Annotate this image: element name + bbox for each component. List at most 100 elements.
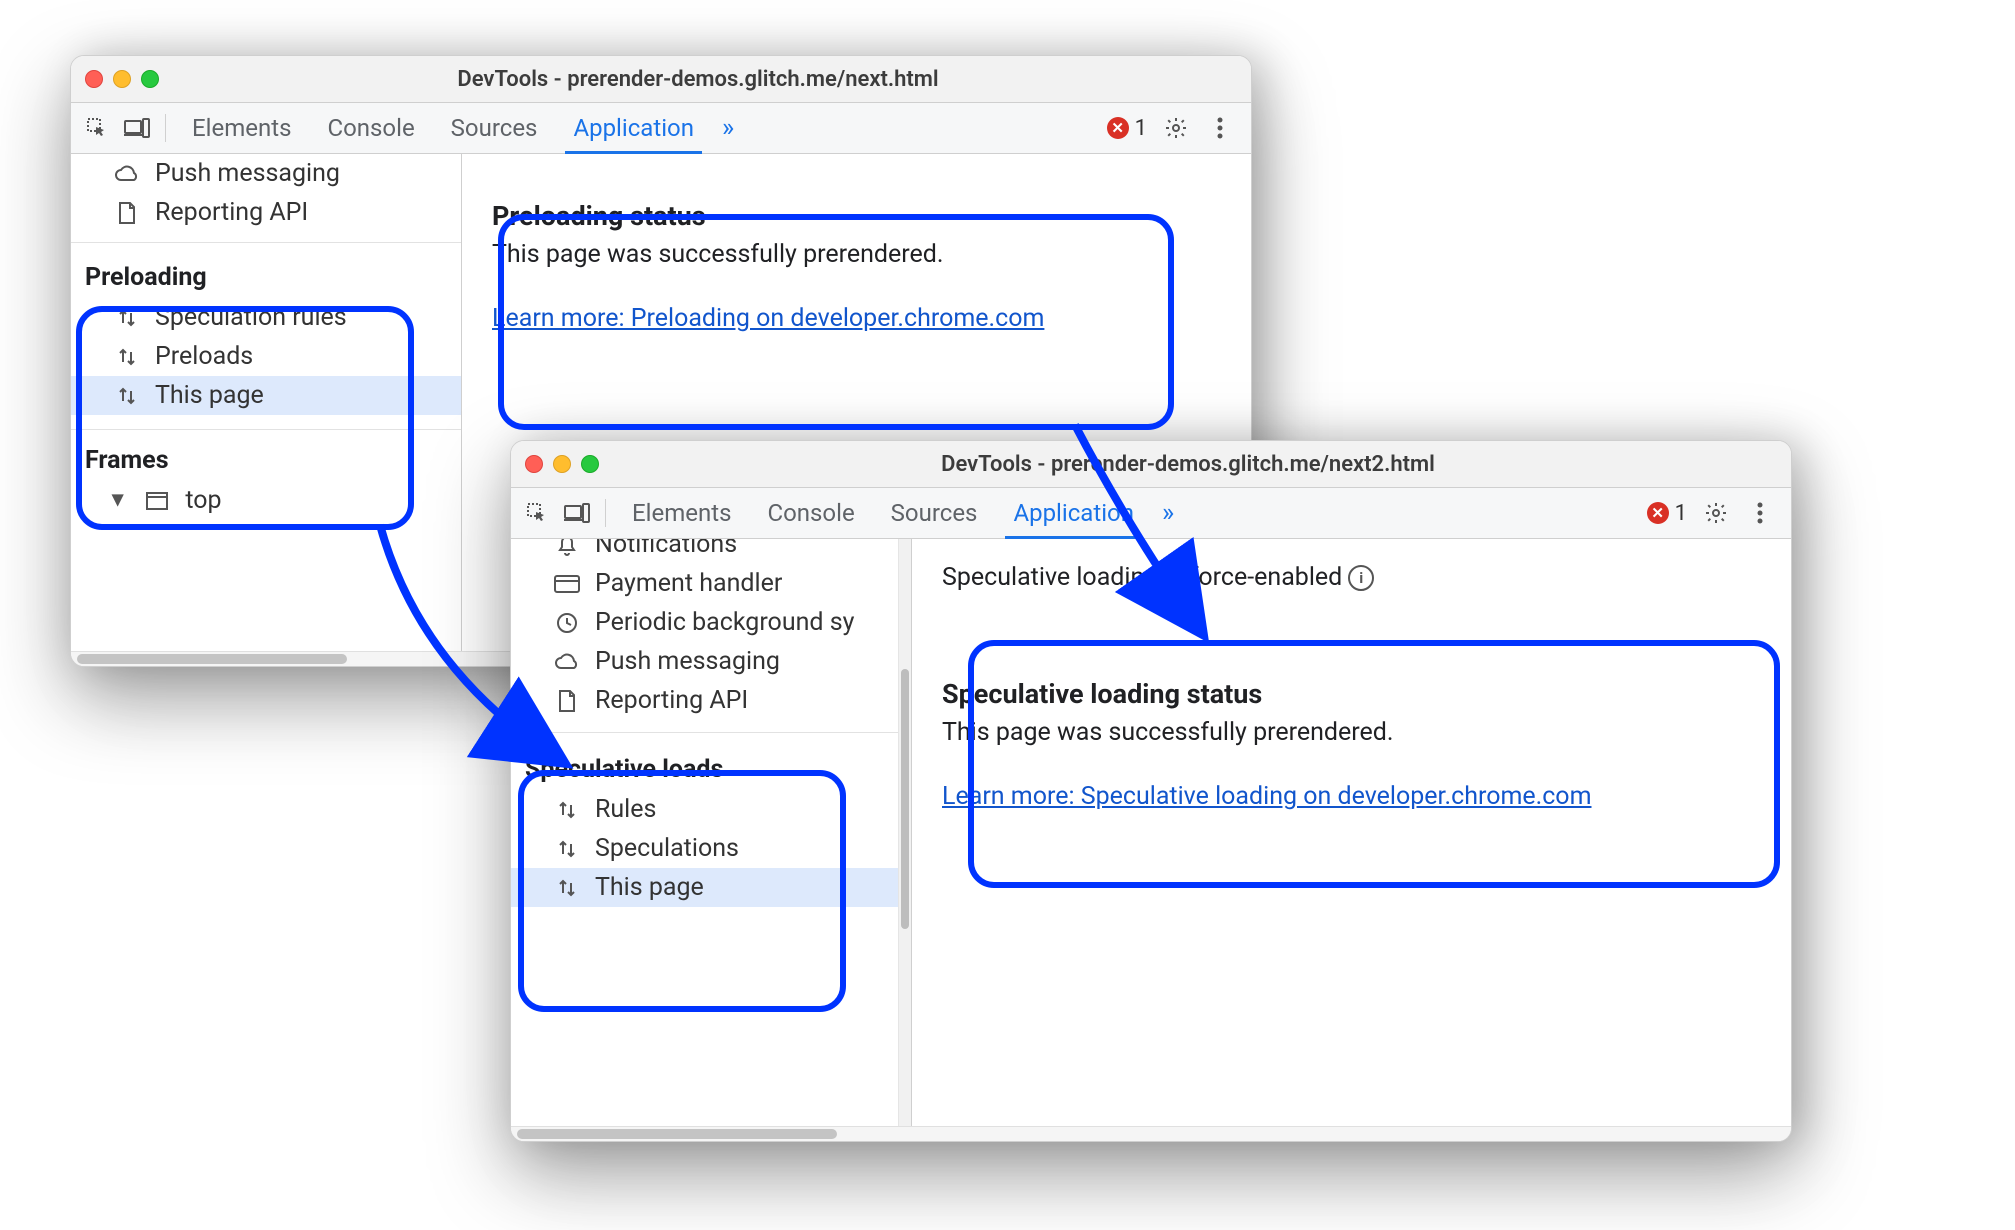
window-title: DevTools - prerender-demos.glitch.me/nex… <box>159 67 1237 92</box>
sidebar-item-label: This page <box>595 873 704 902</box>
sidebar-item-frame-top[interactable]: ▶ top <box>71 481 461 520</box>
separator <box>165 114 166 142</box>
updown-icon <box>553 874 581 902</box>
tab-application[interactable]: Application <box>555 103 712 153</box>
minimize-icon[interactable] <box>553 455 571 473</box>
horizontal-scrollbar[interactable] <box>511 1126 1791 1141</box>
info-icon[interactable]: i <box>1348 565 1374 591</box>
sidebar-item-this-page[interactable]: This page <box>71 376 461 415</box>
vertical-scrollbar[interactable] <box>898 539 911 1129</box>
sidebar-item-label: Periodic background sy <box>595 608 854 637</box>
gear-icon[interactable] <box>1701 498 1731 528</box>
content-pane: Speculative loading is force-enabled i S… <box>912 539 1791 1129</box>
learn-more-link[interactable]: Learn more: Speculative loading on devel… <box>942 782 1592 811</box>
clock-icon <box>553 609 581 637</box>
sidebar-item-label: Notifications <box>595 539 737 559</box>
sidebar: Notifications Payment handler Periodic b… <box>511 539 912 1129</box>
close-icon[interactable] <box>525 455 543 473</box>
cloud-icon <box>113 160 141 188</box>
tab-sources[interactable]: Sources <box>873 488 996 538</box>
cloud-icon <box>553 648 581 676</box>
error-icon: ✕ <box>1647 502 1669 524</box>
error-count: 1 <box>1135 116 1147 141</box>
window-title: DevTools - prerender-demos.glitch.me/nex… <box>599 452 1777 477</box>
sidebar-section-preloading[interactable]: Preloading <box>71 253 461 298</box>
sidebar-item-payment-handler[interactable]: Payment handler <box>511 564 911 603</box>
status-body: This page was successfully prerendered. <box>942 718 1761 747</box>
sidebar-item-push-messaging[interactable]: Push messaging <box>511 642 911 681</box>
sidebar-item-speculation-rules[interactable]: Speculation rules <box>71 298 461 337</box>
sidebar-item-rules[interactable]: Rules <box>511 790 911 829</box>
separator <box>605 499 606 527</box>
traffic-lights <box>525 455 599 473</box>
kebab-icon[interactable] <box>1205 113 1235 143</box>
updown-icon <box>553 835 581 863</box>
kebab-icon[interactable] <box>1745 498 1775 528</box>
more-tabs-button[interactable]: » <box>1152 498 1184 528</box>
chevron-right-icon: ▶ <box>110 494 129 506</box>
sidebar-item-periodic-bg-sync[interactable]: Periodic background sy <box>511 603 911 642</box>
sidebar-item-label: Speculation rules <box>155 303 347 332</box>
inspect-icon[interactable] <box>517 493 557 533</box>
error-count: 1 <box>1675 501 1687 526</box>
window-icon <box>143 487 171 515</box>
device-toggle-icon[interactable] <box>557 493 597 533</box>
sidebar-item-preloads[interactable]: Preloads <box>71 337 461 376</box>
status-body: This page was successfully prerendered. <box>492 240 1221 269</box>
zoom-icon[interactable] <box>581 455 599 473</box>
error-badge[interactable]: ✕ 1 <box>1647 501 1687 526</box>
sidebar-item-reporting-api[interactable]: Reporting API <box>71 193 461 232</box>
tab-elements[interactable]: Elements <box>614 488 749 538</box>
updown-icon <box>553 796 581 824</box>
sidebar-item-label: Push messaging <box>155 159 340 188</box>
document-icon <box>553 687 581 715</box>
minimize-icon[interactable] <box>113 70 131 88</box>
sidebar-item-label: This page <box>155 381 264 410</box>
sidebar-section-speculative-loads[interactable]: Speculative loads <box>511 745 911 790</box>
devtools-window-b: DevTools - prerender-demos.glitch.me/nex… <box>510 440 1792 1142</box>
more-tabs-button[interactable]: » <box>712 113 744 143</box>
bell-icon <box>553 539 581 559</box>
document-icon <box>113 199 141 227</box>
updown-icon <box>113 343 141 371</box>
updown-icon <box>113 304 141 332</box>
status-title: Preloading status <box>492 200 1221 232</box>
sidebar-item-push-messaging[interactable]: Push messaging <box>71 154 461 193</box>
sidebar-item-label: Push messaging <box>595 647 780 676</box>
status-title: Speculative loading status <box>942 678 1761 710</box>
sidebar-item-this-page[interactable]: This page <box>511 868 911 907</box>
sidebar-item-reporting-api[interactable]: Reporting API <box>511 681 911 720</box>
sidebar: Push messaging Reporting API Preloading … <box>71 154 462 654</box>
sidebar-item-label: Preloads <box>155 342 253 371</box>
tab-console[interactable]: Console <box>309 103 432 153</box>
card-icon <box>553 570 581 598</box>
toolbar: Elements Console Sources Application » ✕… <box>71 103 1251 154</box>
titlebar[interactable]: DevTools - prerender-demos.glitch.me/nex… <box>71 56 1251 103</box>
sidebar-item-label: Reporting API <box>595 686 748 715</box>
toolbar: Elements Console Sources Application » ✕… <box>511 488 1791 539</box>
sidebar-item-label: top <box>185 486 221 515</box>
sidebar-item-label: Speculations <box>595 834 739 863</box>
sidebar-item-label: Reporting API <box>155 198 308 227</box>
sidebar-section-frames[interactable]: Frames <box>71 436 461 481</box>
inspect-icon[interactable] <box>77 108 117 148</box>
close-icon[interactable] <box>85 70 103 88</box>
tab-console[interactable]: Console <box>749 488 872 538</box>
titlebar[interactable]: DevTools - prerender-demos.glitch.me/nex… <box>511 441 1791 488</box>
sidebar-item-speculations[interactable]: Speculations <box>511 829 911 868</box>
sidebar-item-notifications[interactable]: Notifications <box>511 539 911 564</box>
device-toggle-icon[interactable] <box>117 108 157 148</box>
gear-icon[interactable] <box>1161 113 1191 143</box>
zoom-icon[interactable] <box>141 70 159 88</box>
top-banner: Speculative loading is force-enabled i <box>942 563 1761 592</box>
tab-application[interactable]: Application <box>995 488 1152 538</box>
sidebar-item-label: Rules <box>595 795 656 824</box>
error-badge[interactable]: ✕ 1 <box>1107 116 1147 141</box>
error-icon: ✕ <box>1107 117 1129 139</box>
tab-sources[interactable]: Sources <box>433 103 556 153</box>
updown-icon <box>113 382 141 410</box>
sidebar-item-label: Payment handler <box>595 569 782 598</box>
tab-elements[interactable]: Elements <box>174 103 309 153</box>
learn-more-link[interactable]: Learn more: Preloading on developer.chro… <box>492 304 1044 333</box>
traffic-lights <box>85 70 159 88</box>
